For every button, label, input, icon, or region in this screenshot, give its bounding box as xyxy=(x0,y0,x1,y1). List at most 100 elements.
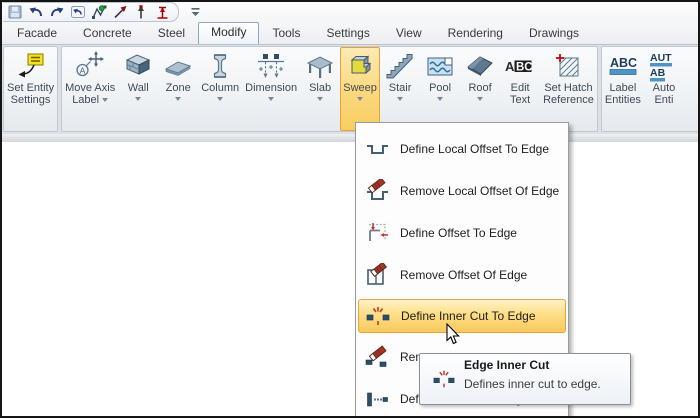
auto-label-entities-button[interactable]: AUTAB Auto Enti xyxy=(644,47,684,131)
menu-item-label: Define Local Offset To Edge xyxy=(400,142,549,156)
move-axis-label-button[interactable]: A Move Axis Label xyxy=(62,47,118,131)
tab-drawings[interactable]: Drawings xyxy=(516,23,592,44)
ribbon-button-label: Settings xyxy=(11,94,51,106)
dropdown-arrow-icon xyxy=(217,97,223,101)
pool-icon xyxy=(424,50,456,82)
tooltip-title: Edge Inner Cut xyxy=(464,358,626,377)
dropdown-arrow-icon xyxy=(437,97,443,101)
column-icon xyxy=(204,50,236,82)
set-hatch-reference-icon xyxy=(552,50,584,82)
ribbon-button-label: Enti xyxy=(654,94,673,106)
menu-item-label: Remove Offset Of Edge xyxy=(400,268,527,282)
pool-button[interactable]: Pool xyxy=(420,47,460,131)
ribbon-button-label: Label xyxy=(609,82,636,94)
dropdown-arrow-icon xyxy=(477,97,483,101)
dimension-icon xyxy=(255,50,287,82)
ribbon-button-label: Roof xyxy=(468,82,491,94)
menu-item-remove-offset[interactable]: Remove Offset Of Edge xyxy=(356,254,568,296)
edit-points-icon[interactable] xyxy=(90,4,107,20)
ribbon-button-label: Reference xyxy=(543,94,594,106)
tab-concrete[interactable]: Concrete xyxy=(70,23,145,44)
mouse-cursor xyxy=(446,323,461,346)
ribbon-button-label: Stair xyxy=(389,82,412,94)
stair-button[interactable]: Stair xyxy=(380,47,420,131)
svg-text:AB: AB xyxy=(650,67,666,79)
tab-settings[interactable]: Settings xyxy=(313,23,382,44)
roof-icon xyxy=(464,50,496,82)
ribbon-button-label: Dimension xyxy=(245,82,297,94)
ribbon-button-label: Text xyxy=(510,94,530,106)
set-entity-settings-button[interactable]: Set Entity Settings xyxy=(4,47,57,131)
tab-tools[interactable]: Tools xyxy=(259,23,313,44)
tooltip-description: Defines inner cut to edge. xyxy=(464,377,626,400)
move-axis-label-icon: A xyxy=(74,50,106,82)
dropdown-arrow-icon xyxy=(175,97,181,101)
zone-icon xyxy=(162,50,194,82)
ribbon-button-label: Wall xyxy=(128,82,149,94)
zone-button[interactable]: Zone xyxy=(158,47,198,131)
ribbon-group-modify-tools: A Move Axis Label Wall Zone xyxy=(61,46,598,132)
save-icon[interactable] xyxy=(6,4,23,20)
dimension-red-icon[interactable] xyxy=(153,4,170,20)
menu-item-label: Remove Local Offset Of Edge xyxy=(400,184,559,198)
stair-icon xyxy=(384,50,416,82)
slab-icon xyxy=(304,50,336,82)
dimension-button[interactable]: Dimension xyxy=(242,47,300,131)
ribbon-button-label: Entities xyxy=(605,94,641,106)
svg-text:ABC: ABC xyxy=(610,56,637,70)
toolbar-options-icon[interactable] xyxy=(188,5,202,19)
label-entities-icon: ABC xyxy=(607,50,639,82)
ribbon-button-label: Sweep xyxy=(343,82,377,94)
dropdown-arrow-icon xyxy=(317,97,323,101)
ribbon-button-label: Edit xyxy=(511,82,530,94)
local-offset-icon xyxy=(365,137,389,161)
snap-arrow-icon[interactable] xyxy=(111,4,128,20)
remove-inner-cut-icon xyxy=(365,345,389,369)
undo-box-icon[interactable] xyxy=(69,4,86,20)
menu-item-define-offset[interactable]: Define Offset To Edge xyxy=(356,212,568,254)
ribbon-button-label: Column xyxy=(201,82,239,94)
ribbon: Set Entity Settings A Move Axis Label Wa… xyxy=(2,44,698,134)
ribbon-button-label: Set Entity xyxy=(7,82,54,94)
ribbon-button-label: Pool xyxy=(429,82,451,94)
svg-text:AUT: AUT xyxy=(650,52,672,64)
dropdown-arrow-icon xyxy=(135,97,141,101)
dropdown-arrow-icon xyxy=(357,97,363,101)
remove-offset-icon xyxy=(365,263,389,287)
menu-item-define-local-offset[interactable]: Define Local Offset To Edge xyxy=(356,128,568,170)
dropdown-arrow-icon xyxy=(102,98,108,102)
sweep-icon xyxy=(344,50,376,82)
roof-button[interactable]: Roof xyxy=(460,47,500,131)
svg-text:A: A xyxy=(505,59,515,74)
ribbon-group-labels: ABC Label Entities AUTAB Auto Enti xyxy=(601,46,700,132)
app-window: Facade Concrete Steel Modify Tools Setti… xyxy=(0,0,700,418)
wall-button[interactable]: Wall xyxy=(118,47,158,131)
column-button[interactable]: Column xyxy=(198,47,242,131)
tab-facade[interactable]: Facade xyxy=(4,23,70,44)
end-cut-icon xyxy=(365,387,389,411)
offset-icon xyxy=(365,221,389,245)
sweep-button[interactable]: Sweep xyxy=(340,47,380,131)
menu-item-define-inner-cut[interactable]: Define Inner Cut To Edge xyxy=(358,299,566,333)
tab-rendering[interactable]: Rendering xyxy=(435,23,516,44)
edit-text-button[interactable]: ABC Edit Text xyxy=(500,47,540,131)
tab-steel[interactable]: Steel xyxy=(145,23,198,44)
ribbon-group-entity: Set Entity Settings xyxy=(3,46,58,132)
quick-access-group xyxy=(3,2,179,22)
svg-text:A: A xyxy=(80,65,86,75)
ribbon-button-label: Zone xyxy=(166,82,191,94)
menu-item-label: Define Offset To Edge xyxy=(400,226,517,240)
slab-button[interactable]: Slab xyxy=(300,47,340,131)
tab-view[interactable]: View xyxy=(383,23,435,44)
ribbon-button-label: Label xyxy=(72,94,108,106)
snap-node-icon[interactable] xyxy=(132,4,149,20)
set-hatch-reference-button[interactable]: Set Hatch Reference xyxy=(540,47,597,131)
undo-icon[interactable] xyxy=(27,4,44,20)
menu-item-remove-local-offset[interactable]: Remove Local Offset Of Edge xyxy=(356,170,568,212)
menu-item-label: Define Inner Cut To Edge xyxy=(401,309,536,323)
label-entities-button[interactable]: ABC Label Entities xyxy=(602,47,644,131)
dropdown-arrow-icon xyxy=(268,97,274,101)
tab-modify[interactable]: Modify xyxy=(198,22,259,44)
auto-label-entities-icon: AUT AB xyxy=(648,50,680,82)
redo-icon[interactable] xyxy=(48,4,65,20)
